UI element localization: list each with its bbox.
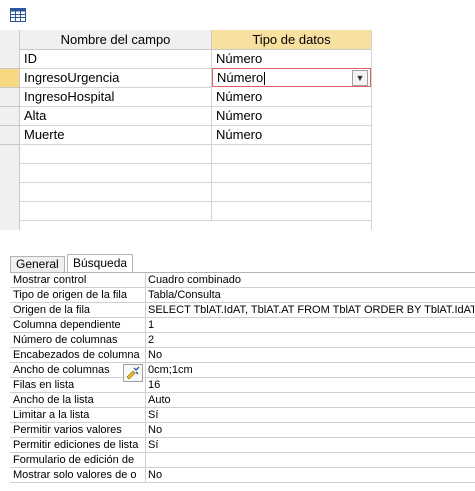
property-row[interactable]: Ancho de la lista Auto <box>10 393 475 408</box>
field-name-header[interactable]: Nombre del campo <box>20 30 212 50</box>
data-type-value: Número <box>217 70 264 85</box>
table-design-grid: Nombre del campo Tipo de datos ID Número… <box>0 30 475 230</box>
property-row[interactable]: Mostrar solo valores de o No <box>10 468 475 483</box>
property-value[interactable]: 2 <box>146 333 474 347</box>
property-label[interactable]: Permitir varios valores <box>11 423 146 437</box>
tab-general[interactable]: General <box>10 256 65 272</box>
property-value[interactable]: No <box>146 468 474 482</box>
text-caret <box>264 72 266 86</box>
table-icon[interactable] <box>10 8 26 22</box>
field-name-cell[interactable]: ID <box>20 50 212 69</box>
property-row[interactable]: Formulario de edición de <box>10 453 475 468</box>
row-selector[interactable] <box>0 107 19 126</box>
property-value[interactable] <box>146 453 474 467</box>
property-value[interactable]: 0cm;1cm <box>146 363 474 377</box>
property-label[interactable]: Formulario de edición de <box>11 453 146 467</box>
property-row[interactable]: Mostrar control Cuadro combinado <box>10 273 475 288</box>
row-selector[interactable] <box>0 126 19 145</box>
property-value[interactable]: Sí <box>146 438 474 452</box>
top-bar <box>0 0 475 30</box>
property-label[interactable]: Permitir ediciones de lista <box>11 438 146 452</box>
property-row[interactable]: Filas en lista 16 <box>10 378 475 393</box>
empty-field-row[interactable] <box>20 202 372 221</box>
data-type-cell[interactable]: Número <box>212 107 372 126</box>
tab-busqueda[interactable]: Búsqueda <box>67 254 134 274</box>
row-selector[interactable] <box>0 50 19 69</box>
property-label[interactable]: Número de columnas <box>11 333 146 347</box>
property-value[interactable]: No <box>146 423 474 437</box>
property-value[interactable]: No <box>146 348 474 362</box>
property-label[interactable]: Tipo de origen de la fila <box>11 288 146 302</box>
property-row[interactable]: Tipo de origen de la fila Tabla/Consulta <box>10 288 475 303</box>
property-row[interactable]: Permitir ediciones de lista Sí <box>10 438 475 453</box>
field-name-cell[interactable]: Muerte <box>20 126 212 145</box>
field-row[interactable]: ID Número <box>0 50 372 69</box>
row-selector[interactable] <box>0 88 19 107</box>
property-row[interactable]: Limitar a la lista Sí <box>10 408 475 423</box>
property-label[interactable]: Limitar a la lista <box>11 408 146 422</box>
property-value[interactable]: 16 <box>146 378 474 392</box>
property-label[interactable]: Encabezados de columna <box>11 348 146 362</box>
property-row[interactable]: Permitir varios valores No <box>10 423 475 438</box>
property-value[interactable]: Cuadro combinado <box>146 273 474 287</box>
data-type-cell[interactable]: Número <box>212 88 372 107</box>
empty-field-row[interactable] <box>20 145 372 164</box>
property-row[interactable]: Columna dependiente 1 <box>10 318 475 333</box>
property-row[interactable]: Origen de la fila SELECT TblAT.IdAT, Tbl… <box>10 303 475 318</box>
property-label[interactable]: Columna dependiente <box>11 318 146 332</box>
empty-field-row[interactable] <box>20 164 372 183</box>
grid-border <box>371 30 372 230</box>
property-label[interactable]: Origen de la fila <box>11 303 146 317</box>
data-type-header[interactable]: Tipo de datos <box>212 30 372 50</box>
property-value[interactable]: SELECT TblAT.IdAT, TblAT.AT FROM TblAT O… <box>146 303 474 317</box>
field-properties-pane: Mostrar control Cuadro combinado Tipo de… <box>10 272 475 485</box>
field-row[interactable]: Alta Número <box>0 107 372 126</box>
field-row[interactable]: Muerte Número <box>0 126 372 145</box>
row-selector[interactable] <box>0 69 19 88</box>
data-type-combobox[interactable]: Número ▼ <box>212 68 371 87</box>
property-label[interactable]: Mostrar control <box>11 273 146 287</box>
property-row[interactable]: Ancho de columnas 0cm;1cm <box>10 363 475 382</box>
field-name-cell[interactable]: Alta <box>20 107 212 126</box>
data-type-cell[interactable]: Número <box>212 126 372 145</box>
property-label[interactable]: Mostrar solo valores de o <box>11 468 146 482</box>
property-value[interactable]: Auto <box>146 393 474 407</box>
property-row[interactable]: Número de columnas 2 <box>10 333 475 348</box>
property-value[interactable]: Sí <box>146 408 474 422</box>
field-row-active[interactable]: IngresoUrgencia Número ▼ <box>0 68 372 88</box>
property-value[interactable]: Tabla/Consulta <box>146 288 474 302</box>
data-type-cell[interactable]: Número <box>212 50 372 69</box>
field-name-cell[interactable]: IngresoUrgencia <box>20 69 212 88</box>
property-row[interactable]: Encabezados de columna No <box>10 348 475 363</box>
chevron-down-icon[interactable]: ▼ <box>352 70 368 86</box>
property-value[interactable]: 1 <box>146 318 474 332</box>
build-icon[interactable] <box>123 364 143 382</box>
property-label[interactable]: Ancho de la lista <box>11 393 146 407</box>
field-name-cell[interactable]: IngresoHospital <box>20 88 212 107</box>
field-row[interactable]: IngresoHospital Número <box>0 88 372 107</box>
empty-field-row[interactable] <box>20 183 372 202</box>
